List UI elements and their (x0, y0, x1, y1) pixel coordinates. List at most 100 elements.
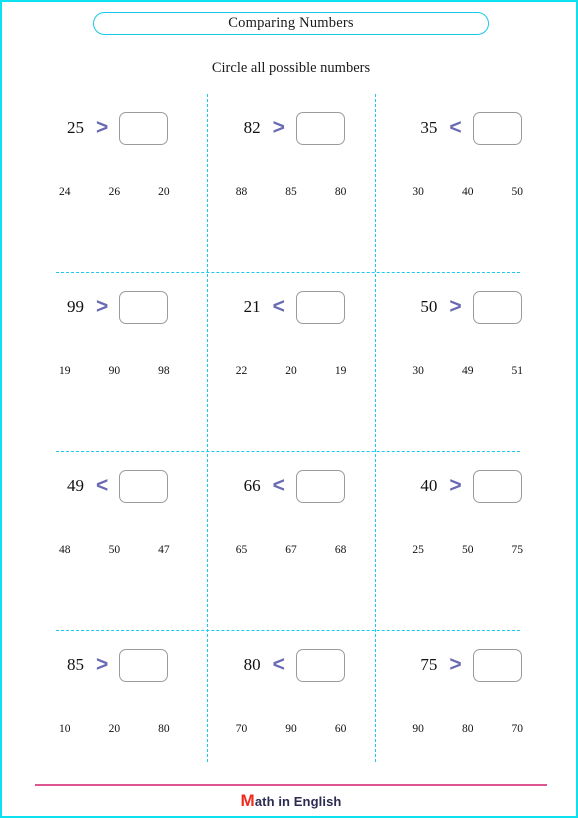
problem-statement: 99 > (26, 287, 203, 327)
answer-box[interactable] (295, 469, 345, 503)
problem-row: 25 > 24 26 20 82 > 88 85 80 35 < 30 40 5… (26, 94, 556, 273)
option-list: 48 50 47 (40, 544, 189, 556)
title-container: Comparing Numbers (2, 12, 576, 35)
option-choice[interactable]: 68 (316, 544, 366, 556)
problem-cell: 40 > 25 50 75 (379, 452, 556, 631)
problem-cell: 66 < 65 67 68 (203, 452, 380, 631)
option-choice[interactable]: 19 (40, 365, 90, 377)
answer-box[interactable] (119, 111, 169, 145)
answer-box[interactable] (119, 290, 169, 324)
problem-statement: 21 < (203, 287, 380, 327)
problem-statement: 66 < (203, 466, 380, 506)
option-choice[interactable]: 51 (492, 365, 542, 377)
option-list: 65 67 68 (217, 544, 366, 556)
option-choice[interactable]: 88 (217, 186, 267, 198)
problem-row: 99 > 19 90 98 21 < 22 20 19 50 > 30 49 5… (26, 273, 556, 452)
option-choice[interactable]: 98 (139, 365, 189, 377)
option-choice[interactable]: 25 (393, 544, 443, 556)
problem-grid: 25 > 24 26 20 82 > 88 85 80 35 < 30 40 5… (26, 94, 556, 762)
instruction-text: Circle all possible numbers (211, 60, 371, 76)
problem-cell: 25 > 24 26 20 (26, 94, 203, 273)
answer-box[interactable] (472, 290, 522, 324)
option-choice[interactable]: 10 (40, 723, 90, 735)
option-choice[interactable]: 65 (217, 544, 267, 556)
option-choice[interactable]: 19 (316, 365, 366, 377)
option-list: 25 50 75 (393, 544, 542, 556)
option-list: 22 20 19 (217, 365, 366, 377)
comparison-operator: > (96, 652, 109, 676)
problem-statement: 80 < (203, 645, 380, 685)
problem-statement: 50 > (379, 287, 556, 327)
option-choice[interactable]: 50 (443, 544, 493, 556)
option-choice[interactable]: 30 (393, 186, 443, 198)
page-title: Comparing Numbers (228, 15, 354, 32)
answer-box[interactable] (119, 648, 169, 682)
problem-row: 49 < 48 50 47 66 < 65 67 68 40 > 25 50 7… (26, 452, 556, 631)
option-choice[interactable]: 80 (139, 723, 189, 735)
problem-cell: 99 > 19 90 98 (26, 273, 203, 452)
comparison-operator: > (272, 115, 285, 139)
left-number: 99 (67, 297, 84, 316)
comparison-operator: < (272, 294, 285, 318)
problem-statement: 49 < (26, 466, 203, 506)
answer-box[interactable] (472, 648, 522, 682)
option-choice[interactable]: 67 (266, 544, 316, 556)
option-choice[interactable]: 22 (217, 365, 267, 377)
option-choice[interactable]: 80 (443, 723, 493, 735)
option-list: 30 49 51 (393, 365, 542, 377)
comparison-operator: > (96, 294, 109, 318)
option-choice[interactable]: 80 (316, 186, 366, 198)
option-choice[interactable]: 47 (139, 544, 189, 556)
option-choice[interactable]: 30 (393, 365, 443, 377)
option-choice[interactable]: 50 (492, 186, 542, 198)
problem-statement: 25 > (26, 108, 203, 148)
option-choice[interactable]: 85 (266, 186, 316, 198)
comparison-operator: > (449, 652, 462, 676)
option-choice[interactable]: 70 (492, 723, 542, 735)
left-number: 35 (420, 118, 438, 137)
answer-box[interactable] (472, 469, 522, 503)
worksheet-title-box: Comparing Numbers (93, 12, 489, 35)
answer-box[interactable] (119, 469, 169, 503)
option-choice[interactable]: 40 (443, 186, 493, 198)
logo-initial: M (240, 791, 255, 810)
left-number: 82 (243, 118, 261, 137)
option-choice[interactable]: 90 (393, 723, 443, 735)
option-choice[interactable]: 26 (90, 186, 140, 198)
comparison-operator: < (272, 652, 285, 676)
option-choice[interactable]: 20 (90, 723, 140, 735)
problem-cell: 50 > 30 49 51 (379, 273, 556, 452)
option-choice[interactable]: 90 (266, 723, 316, 735)
left-number: 80 (243, 655, 261, 674)
footer-divider (35, 784, 547, 786)
option-list: 19 90 98 (40, 365, 189, 377)
left-number: 50 (420, 297, 438, 316)
option-choice[interactable]: 50 (90, 544, 140, 556)
option-choice[interactable]: 70 (217, 723, 267, 735)
answer-box[interactable] (295, 290, 345, 324)
problem-statement: 82 > (203, 108, 380, 148)
answer-box[interactable] (295, 111, 345, 145)
problem-statement: 75 > (379, 645, 556, 685)
option-choice[interactable]: 20 (266, 365, 316, 377)
comparison-operator: > (96, 115, 109, 139)
option-choice[interactable]: 24 (40, 186, 90, 198)
comparison-operator: < (449, 115, 462, 139)
option-choice[interactable]: 49 (443, 365, 493, 377)
option-list: 88 85 80 (217, 186, 366, 198)
option-list: 10 20 80 (40, 723, 189, 735)
answer-box[interactable] (295, 648, 345, 682)
option-list: 90 80 70 (393, 723, 542, 735)
problem-statement: 85 > (26, 645, 203, 685)
left-number: 85 (67, 655, 84, 674)
option-choice[interactable]: 60 (316, 723, 366, 735)
option-choice[interactable]: 48 (40, 544, 90, 556)
problem-cell: 35 < 30 40 50 (379, 94, 556, 273)
comparison-operator: < (272, 473, 285, 497)
answer-box[interactable] (472, 111, 522, 145)
option-choice[interactable]: 20 (139, 186, 189, 198)
problem-statement: 35 < (379, 108, 556, 148)
option-choice[interactable]: 75 (492, 544, 542, 556)
option-choice[interactable]: 90 (90, 365, 140, 377)
problem-cell: 82 > 88 85 80 (203, 94, 380, 273)
